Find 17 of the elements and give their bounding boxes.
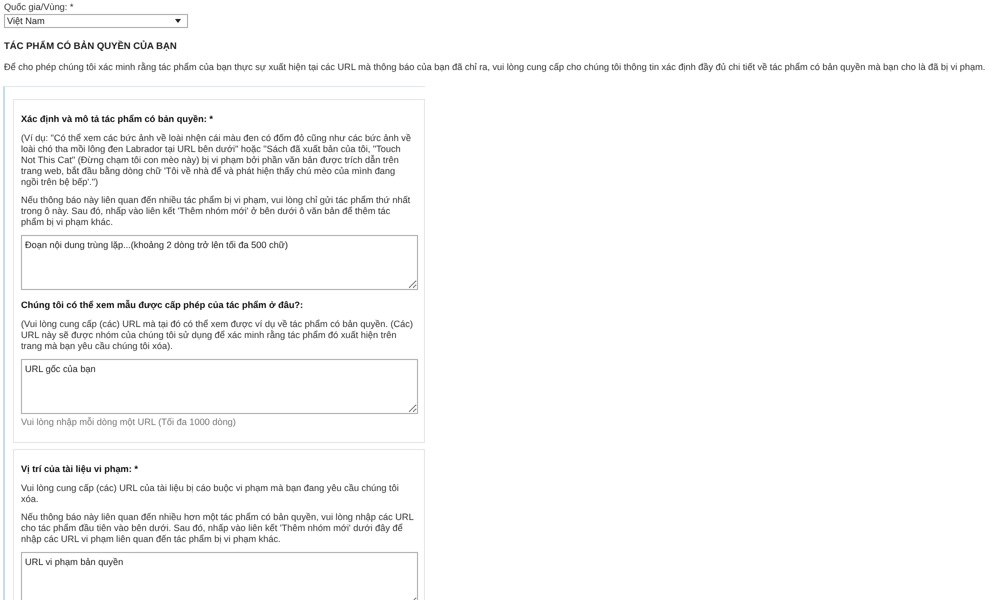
caret-icon [175, 19, 181, 23]
text-area[interactable]: URL vi phạm bản quyền [21, 552, 418, 600]
question-label: Xác định và mô tả tác phẩm có bản quyền: * [21, 114, 214, 125]
help-text: Nếu thông báo này liên quan đến nhiều hơn một tác phẩm có bản quyền, vui lòng nhập các URL cho tác phẩm đầu tiên vào bên dưới. Sau đó, nhấp vào liên kết 'Thêm nhóm mới' dưới đây để nhập các URL vi phạm liên quan đến tác phẩm bị vi phạm khác. [21, 512, 414, 545]
country-select[interactable]: Việt Nam [4, 14, 188, 28]
section-intro: Để cho phép chúng tôi xác minh rằng tác phẩm của bạn thực sự xuất hiện tại các URL mà thông báo của bạn đã chỉ ra, vui lòng cung cấp cho chúng tôi thông tin xác định đầy đủ chi tiết về tác phẩm có bản quyền mà bạn cho là đã bị vi phạm. [4, 61, 986, 73]
help-text: Vui lòng cung cấp (các) URL của tài liệu bị cáo buộc vi phạm mà bạn đang yêu cầu chúng tôi xóa. [21, 483, 400, 505]
question-label: Vị trí của tài liệu vi phạm: * [21, 464, 139, 475]
help-text: Nếu thông báo này liên quan đến nhiều tác phẩm bị vi phạm, vui lòng chỉ gửi tác phẩm thứ nhất trong ô này. Sau đó, nhấp vào liên kết 'Thêm nhóm mới' ở bên dưới ô văn bản để thêm tác phẩm bị vi phạm khác. [21, 195, 412, 228]
text-area[interactable]: URL gốc của bạn [21, 359, 418, 414]
help-text: (Vui lòng cung cấp (các) URL mà tại đó có thể xem được ví dụ về tác phẩm có bản quyền. (Các) URL này sẽ được nhóm của chúng tôi sử dụng để xác minh rằng tác phẩm đó xuất hiện trên trang mà bạn yêu cầu chúng tôi xóa). [21, 319, 414, 352]
question-label: Chúng tôi có thể xem mẫu được cấp phép của tác phẩm ở đâu?: [21, 300, 304, 311]
help-text: (Ví dụ: "Có thể xem các bức ảnh về loài nhện cái màu đen có đốm đỏ cũng như các bức ảnh về loài chó tha mồi lông đen Labrador tại URL bên dưới" hoặc "Sách đã xuất bản của tôi, "Touch Not This Cat" (Đừng chạm tôi con mèo này) bị vi phạm bởi phần văn bản được trích dẫn trên trang web, bắt đầu bằng dòng chữ 'Tôi về nhà để và phát hiện thấy chú mèo của mình đang ngồi trên bệ bếp'.") [21, 133, 412, 188]
section-heading: TÁC PHẨM CÓ BẢN QUYỀN CỦA BẠN [4, 41, 178, 53]
text-area[interactable]: Đoạn nội dung trùng lặp...(khoảng 2 dòng trở lên tối đa 500 chữ) [21, 235, 418, 290]
field-label: Quốc gia/Vùng: * [4, 1, 74, 13]
hint-text: Vui lòng nhập mỗi dòng một URL (Tối đa 1000 dòng) [21, 416, 237, 428]
